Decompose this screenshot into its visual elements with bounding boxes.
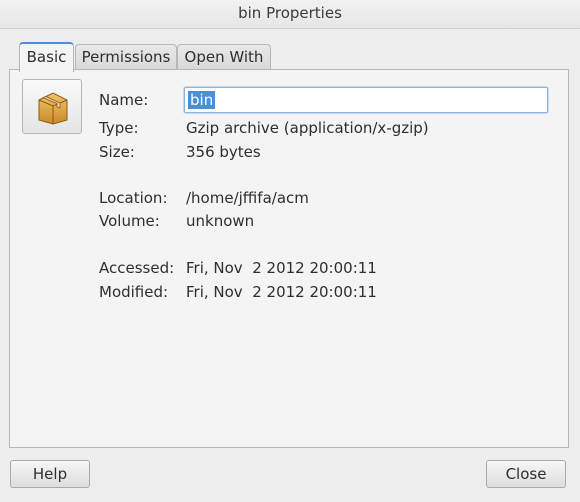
type-value: Gzip archive (application/x-gzip) [186, 119, 429, 137]
name-field-selected-text: bin [188, 91, 216, 109]
name-label: Name: [99, 91, 149, 109]
package-archive-icon [38, 92, 68, 125]
size-value: 356 bytes [186, 143, 261, 161]
modified-value: Fri, Nov 2 2012 20:00:11 [186, 283, 377, 301]
volume-value: unknown [186, 212, 255, 230]
window-title: bin Properties [238, 4, 342, 22]
volume-label: Volume: [99, 212, 160, 230]
tab-basic[interactable]: Basic [19, 42, 74, 72]
tab-open-with[interactable]: Open With [177, 44, 271, 69]
location-value: /home/jffifa/acm [186, 189, 309, 207]
tab-permissions[interactable]: Permissions [75, 44, 177, 69]
location-label: Location: [99, 189, 168, 207]
size-label: Size: [99, 143, 135, 161]
accessed-value: Fri, Nov 2 2012 20:00:11 [186, 259, 377, 277]
file-icon-button[interactable] [22, 79, 82, 134]
modified-label: Modified: [99, 283, 169, 301]
title-bar[interactable]: bin Properties [0, 0, 580, 29]
accessed-label: Accessed: [99, 259, 175, 277]
type-label: Type: [99, 119, 139, 137]
help-button[interactable]: Help [10, 460, 90, 488]
close-button[interactable]: Close [486, 460, 566, 488]
name-field[interactable]: bin [184, 87, 548, 113]
